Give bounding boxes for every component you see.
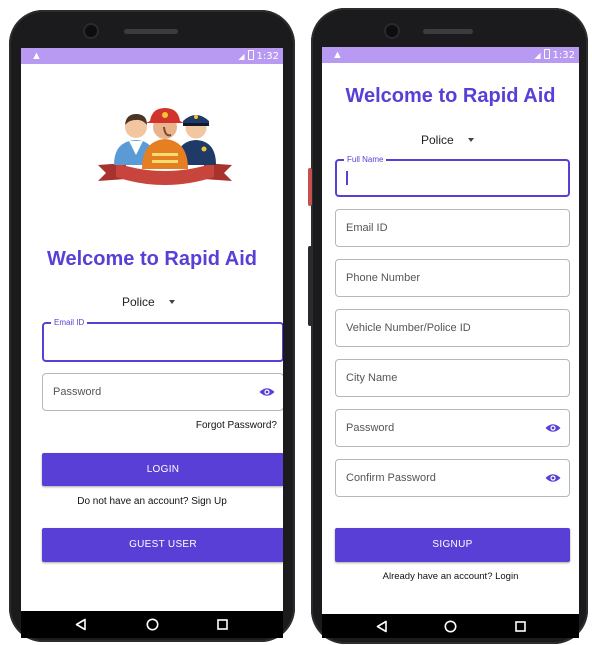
chevron-down-icon [168, 300, 175, 304]
responders-illustration [98, 108, 232, 185]
phone-number-placeholder: Phone Number [346, 272, 420, 284]
role-dropdown[interactable]: Police [122, 295, 175, 309]
full-name-field[interactable]: Full Name [335, 155, 570, 197]
city-name-field[interactable]: City Name [335, 359, 570, 397]
password-field[interactable]: Password [42, 373, 283, 411]
navigation-bar [322, 614, 579, 638]
login-link[interactable]: Already have an account? Login [322, 571, 579, 582]
confirm-password-field[interactable]: Confirm Password [335, 459, 570, 497]
role-dropdown[interactable]: Police [421, 133, 474, 147]
email-placeholder: Email ID [346, 222, 388, 234]
back-icon[interactable] [75, 618, 87, 631]
city-name-placeholder: City Name [346, 372, 398, 384]
role-dropdown-value: Police [122, 295, 155, 309]
email-field[interactable]: Email ID [42, 318, 283, 362]
right-phone-frame: ▲ ◢ 1:32 Welcome to Rapid Aid Police Full… [308, 8, 588, 644]
battery-icon [543, 49, 550, 59]
status-time: 1:32 [256, 51, 279, 62]
navigation-bar [21, 611, 283, 638]
status-bar: ▲ ◢ 1:32 [322, 47, 579, 63]
vehicle-number-field[interactable]: Vehicle Number/Police ID [335, 309, 570, 347]
forgot-password-link[interactable]: Forgot Password? [196, 420, 277, 431]
eye-icon[interactable] [545, 473, 561, 483]
eye-icon[interactable] [259, 387, 275, 397]
home-icon[interactable] [146, 618, 159, 631]
earpiece-speaker [423, 29, 473, 34]
password-field[interactable]: Password [335, 409, 570, 447]
status-time: 1:32 [552, 50, 575, 61]
front-camera [386, 25, 398, 37]
status-bar: ▲ ◢ 1:32 [21, 48, 283, 64]
login-screen: ▲ ◢ 1:32 Welcome to Rapid Aid Police Ema… [21, 48, 283, 611]
signup-screen: ▲ ◢ 1:32 Welcome to Rapid Aid Police Full… [322, 47, 579, 614]
status-indicators: ◢ 1:32 [238, 50, 279, 62]
signup-button[interactable]: SIGNUP [335, 528, 570, 562]
password-placeholder: Password [53, 386, 102, 398]
signal-icon: ◢ [534, 51, 541, 60]
email-field[interactable]: Email ID [335, 209, 570, 247]
signup-link[interactable]: Do not have an account? Sign Up [21, 496, 283, 507]
earpiece-speaker [124, 29, 178, 34]
text-cursor [346, 171, 348, 185]
recents-icon[interactable] [515, 621, 526, 632]
warning-icon: ▲ [31, 50, 42, 62]
phone-number-field[interactable]: Phone Number [335, 259, 570, 297]
side-button [308, 246, 312, 326]
signal-icon: ◢ [238, 52, 245, 61]
back-icon[interactable] [376, 620, 388, 633]
battery-icon [247, 50, 254, 60]
full-name-floating-label: Full Name [344, 155, 387, 164]
status-indicators: ◢ 1:32 [534, 49, 575, 61]
chevron-down-icon [467, 138, 474, 142]
login-button[interactable]: LOGIN [42, 453, 283, 486]
warning-icon: ▲ [332, 49, 343, 61]
home-icon[interactable] [444, 620, 457, 633]
email-floating-label: Email ID [51, 318, 88, 327]
role-dropdown-value: Police [421, 133, 454, 147]
password-placeholder: Password [346, 422, 395, 434]
eye-icon[interactable] [545, 423, 561, 433]
recents-icon[interactable] [217, 619, 228, 630]
left-phone-frame: ▲ ◢ 1:32 Welcome to Rapid Aid Police Ema… [9, 10, 295, 642]
front-camera [85, 25, 97, 37]
welcome-title: Welcome to Rapid Aid [345, 85, 556, 107]
vehicle-number-placeholder: Vehicle Number/Police ID [346, 322, 471, 334]
welcome-title: Welcome to Rapid Aid [46, 248, 258, 270]
confirm-password-placeholder: Confirm Password [346, 472, 436, 484]
side-button [308, 168, 312, 206]
guest-user-button[interactable]: GUEST USER [42, 528, 283, 562]
